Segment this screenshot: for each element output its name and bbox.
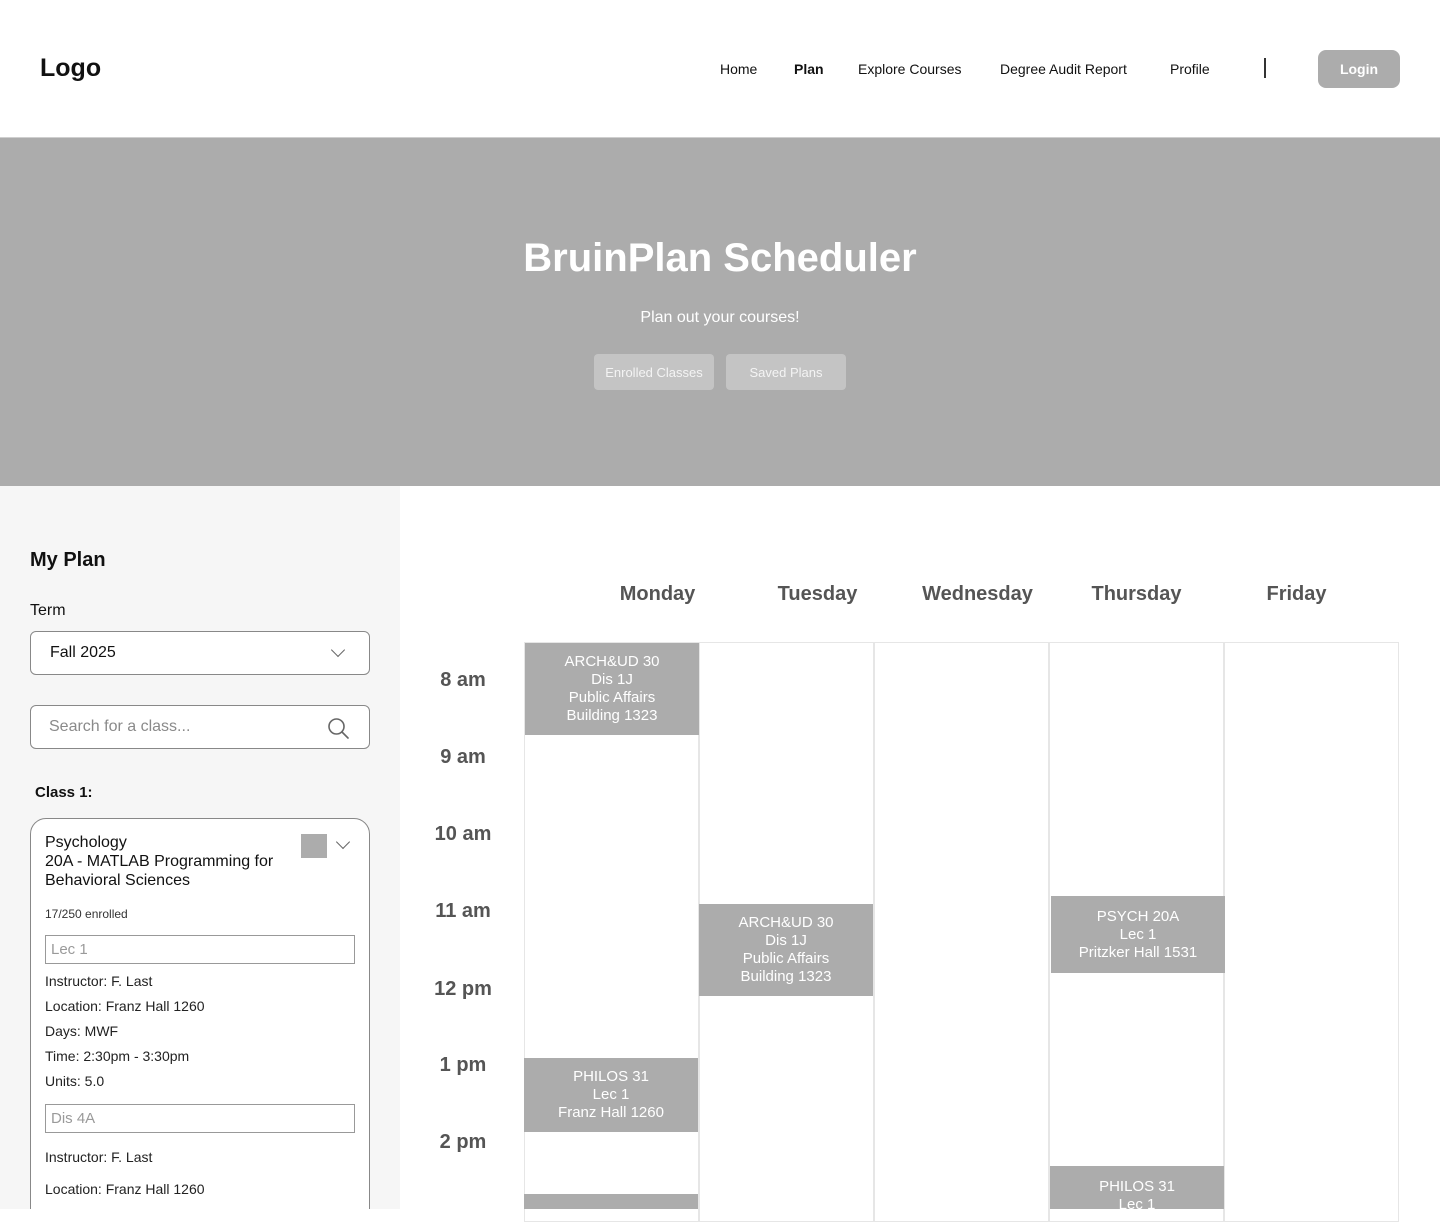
discussion-location: Location: Franz Hall 1260 (45, 1181, 205, 1197)
class-color-swatch[interactable] (301, 834, 327, 858)
search-input[interactable] (49, 716, 309, 738)
time-label-10am: 10 am (434, 823, 492, 845)
event-section: Lec 1 (592, 1086, 630, 1103)
saved-plans-button[interactable]: Saved Plans (726, 354, 846, 390)
page-subtitle: Plan out your courses! (640, 309, 800, 326)
nav-home[interactable]: Home (720, 61, 757, 77)
event-course: PSYCH 20A (1096, 908, 1180, 925)
lecture-select[interactable]: Lec 1 (45, 935, 355, 964)
login-button[interactable]: Login (1318, 50, 1400, 88)
nav-divider (1264, 58, 1266, 78)
search-icon[interactable] (327, 717, 349, 739)
time-label-12pm: 12 pm (434, 978, 492, 1000)
event-location-cont: Building 1323 (740, 968, 832, 985)
search-box (30, 705, 370, 749)
event-block-monday-partial[interactable] (524, 1194, 698, 1209)
sidebar-title: My Plan (30, 549, 106, 571)
class-label: Class 1: (35, 784, 93, 801)
lecture-instructor: Instructor: F. Last (45, 973, 153, 989)
class-course-name-cont: Behavioral Sciences (45, 872, 190, 889)
time-label-9am: 9 am (440, 746, 486, 768)
discussion-instructor: Instructor: F. Last (45, 1149, 153, 1165)
time-label-2pm: 2 pm (439, 1131, 487, 1153)
nav-plan[interactable]: Plan (794, 61, 824, 77)
day-header-monday: Monday (619, 583, 696, 605)
day-header-wednesday: Wednesday (922, 583, 1033, 605)
event-block-philos-31-thursday[interactable]: PHILOS 31 Lec 1 (1050, 1166, 1224, 1209)
event-location-cont: Building 1323 (566, 707, 658, 724)
nav-degree-audit-report[interactable]: Degree Audit Report (1000, 61, 1127, 77)
enrolled-classes-button[interactable]: Enrolled Classes (594, 354, 714, 390)
enrolled-count: 17/250 enrolled (45, 907, 128, 921)
lecture-field-value: Lec 1 (51, 941, 88, 958)
discussion-field-value: Dis 4A (51, 1110, 96, 1127)
term-label: Term (30, 602, 66, 619)
class-title: Psychology 20A - MATLAB Programming for … (45, 833, 305, 890)
event-course: PHILOS 31 (1099, 1178, 1175, 1195)
discussion-select[interactable]: Dis 4A (45, 1104, 355, 1133)
event-location: Public Affairs (742, 950, 830, 967)
event-section: Lec 1 (1118, 1196, 1156, 1209)
event-block-psych-20a-thursday[interactable]: PSYCH 20A Lec 1 Pritzker Hall 1531 (1051, 896, 1225, 973)
logo[interactable]: Logo (40, 54, 101, 83)
event-location: Pritzker Hall 1531 (1078, 944, 1198, 961)
time-label-8am: 8 am (440, 669, 486, 691)
event-block-philos-31-monday[interactable]: PHILOS 31 Lec 1 Franz Hall 1260 (524, 1058, 698, 1132)
class-card: Psychology 20A - MATLAB Programming for … (30, 818, 370, 1209)
lecture-location: Location: Franz Hall 1260 (45, 998, 205, 1014)
day-header-friday: Friday (1266, 583, 1327, 605)
hero-banner: BruinPlan Scheduler Plan out your course… (0, 138, 1440, 486)
event-location: Franz Hall 1260 (558, 1104, 664, 1121)
day-column-wednesday[interactable] (874, 642, 1049, 1222)
lecture-days: Days: MWF (45, 1023, 119, 1039)
event-course: ARCH&UD 30 (738, 914, 834, 931)
event-section: Lec 1 (1119, 926, 1157, 943)
day-header-thursday: Thursday (1091, 583, 1182, 605)
event-course: ARCH&UD 30 (564, 653, 660, 670)
class-subject: Psychology (45, 834, 127, 851)
header: Logo Home Plan Explore Courses Degree Au… (0, 0, 1440, 138)
lecture-time: Time: 2:30pm - 3:30pm (45, 1048, 190, 1064)
lecture-units: Units: 5.0 (45, 1073, 105, 1089)
term-select[interactable]: Fall 2025 (30, 631, 370, 675)
time-label-11am: 11 am (435, 900, 491, 922)
term-value: Fall 2025 (50, 644, 116, 661)
chevron-down-icon[interactable] (335, 834, 351, 850)
chevron-down-icon (330, 642, 346, 658)
event-section: Dis 1J (591, 671, 633, 688)
time-label-1pm: 1 pm (439, 1054, 487, 1076)
event-location: Public Affairs (568, 689, 656, 706)
nav-profile[interactable]: Profile (1170, 61, 1210, 77)
event-block-arch-ud-30-tuesday[interactable]: ARCH&UD 30 Dis 1J Public Affairs Buildin… (699, 904, 873, 996)
page-title: BruinPlan Scheduler (523, 236, 917, 280)
day-column-friday[interactable] (1224, 642, 1399, 1222)
nav-explore-courses[interactable]: Explore Courses (858, 61, 962, 77)
event-block-arch-ud-30-monday[interactable]: ARCH&UD 30 Dis 1J Public Affairs Buildin… (525, 643, 699, 735)
event-course: PHILOS 31 (573, 1068, 649, 1085)
sidebar: My Plan Term Fall 2025 Class 1: Psycholo… (0, 486, 400, 1209)
event-section: Dis 1J (765, 932, 807, 949)
day-header-tuesday: Tuesday (777, 583, 858, 605)
class-course-name: 20A - MATLAB Programming for (45, 853, 274, 870)
